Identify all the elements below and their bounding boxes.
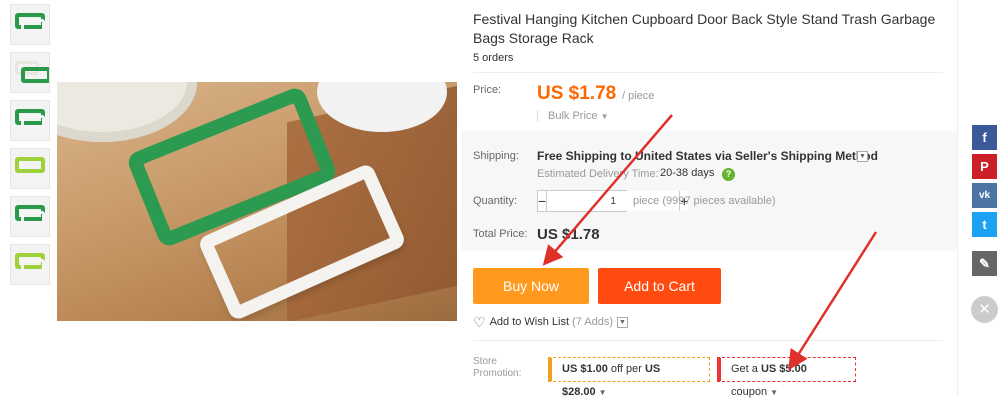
coupon-prefix: Get a [731, 363, 761, 375]
quantity-stepper: − + [537, 190, 689, 212]
estimated-delivery-label: Estimated Delivery Time: [537, 168, 659, 180]
coupon-dropdown[interactable]: Get a US $5.00 coupon ▼ [717, 357, 856, 398]
total-price-value: US $1.78 [537, 226, 600, 243]
pinterest-share-icon[interactable]: P [972, 154, 997, 179]
total-price-label: Total Price: [473, 228, 528, 240]
wishlist-count: (7 Adds) [572, 316, 614, 328]
caret-down-icon: ▼ [600, 112, 609, 121]
quantity-decrease-button[interactable]: − [538, 191, 547, 211]
divider [473, 340, 943, 341]
thumbnail-5[interactable] [10, 196, 50, 237]
coupon-suffix: coupon [731, 386, 768, 398]
wishlist-label: Add to Wish List [489, 316, 570, 328]
divider [957, 0, 958, 396]
help-icon[interactable]: ? [722, 168, 735, 181]
shipping-method: Free Shipping to United States via Selle… [537, 149, 878, 163]
order-count[interactable]: 5 orders [473, 52, 513, 64]
add-to-cart-button[interactable]: Add to Cart [598, 268, 721, 304]
estimated-delivery-days: 20-38 days [660, 167, 715, 179]
vk-share-icon[interactable]: vk [972, 183, 997, 208]
close-icon[interactable]: ✕ [971, 296, 998, 323]
pencil-icon[interactable]: ✎ [972, 251, 997, 276]
thumbnail-2[interactable] [10, 52, 50, 93]
promotion-offer-dropdown[interactable]: US $1.00 off per US $28.00 ▼ [548, 357, 710, 398]
price-unit: / piece [622, 90, 655, 102]
bulk-price-dropdown[interactable]: Bulk Price ▼ [537, 110, 609, 122]
shipping-dropdown-icon[interactable]: ▼ [857, 151, 868, 162]
arrow-to-coupon [788, 231, 878, 371]
bulk-price-label: Bulk Price [548, 110, 598, 122]
offer-text: off per [607, 363, 645, 375]
wishlist-link[interactable]: ♡ Add to Wish List (7 Adds) ▼ [473, 314, 629, 330]
thumbnail-4[interactable] [10, 148, 50, 189]
facebook-share-icon[interactable]: f [972, 125, 997, 150]
thumbnail-3[interactable] [10, 100, 50, 141]
store-promotion-label: Store Promotion: [473, 356, 522, 379]
price-value: US $1.78 [537, 83, 617, 104]
thumbnail-6[interactable] [10, 244, 50, 285]
price-label: Price: [473, 84, 502, 96]
plate-graphic [57, 82, 197, 142]
twitter-share-icon[interactable]: t [972, 212, 997, 237]
buy-now-button[interactable]: Buy Now [473, 268, 589, 304]
coupon-amount: US $5.00 [760, 363, 807, 375]
thumbnail-strip [10, 4, 50, 292]
divider [473, 72, 943, 73]
offer-amount: US $1.00 [562, 363, 608, 375]
quantity-available: piece (9997 pieces available) [633, 195, 776, 207]
product-title: Festival Hanging Kitchen Cupboard Door B… [473, 11, 936, 46]
shipping-label: Shipping: [473, 150, 519, 162]
wishlist-dropdown-icon[interactable]: ▼ [617, 316, 629, 328]
quantity-label: Quantity: [473, 195, 518, 207]
main-product-image[interactable] [57, 82, 457, 321]
heart-plus-icon: ♡ [473, 314, 486, 330]
thumbnail-1[interactable] [10, 4, 50, 45]
